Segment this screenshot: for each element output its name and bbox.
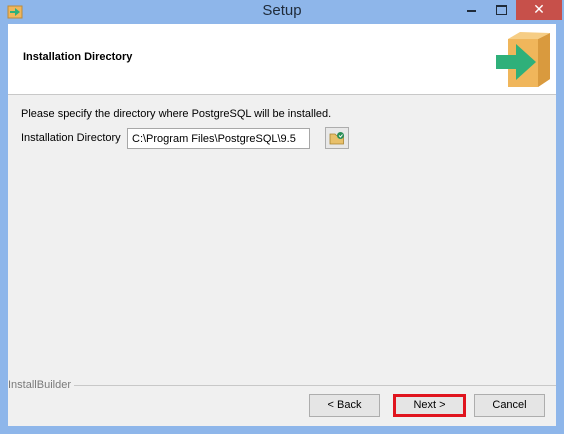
directory-label: Installation Directory <box>21 132 121 144</box>
back-button[interactable]: < Back <box>309 394 380 417</box>
close-icon: ✕ <box>533 2 545 18</box>
dialog-body: Installation Directory Please specify th… <box>8 24 556 426</box>
directory-description: Please specify the directory where Postg… <box>21 108 332 120</box>
title-bar[interactable]: Setup ✕ <box>0 0 564 24</box>
maximize-icon <box>495 5 507 15</box>
cancel-button[interactable]: Cancel <box>474 394 545 417</box>
minimize-button[interactable] <box>456 0 486 20</box>
installation-directory-input[interactable] <box>127 128 310 149</box>
installer-box-arrow-icon <box>496 32 550 87</box>
close-button[interactable]: ✕ <box>516 0 562 20</box>
browse-button[interactable] <box>325 127 349 149</box>
minimize-icon <box>466 10 476 12</box>
page-header: Installation Directory <box>8 24 556 95</box>
installbuilder-brand: InstallBuilder <box>8 379 71 391</box>
setup-window: Setup ✕ Installation Directory Please sp… <box>0 0 564 434</box>
next-button[interactable]: Next > <box>393 394 466 417</box>
footer-divider <box>74 385 556 386</box>
page-title: Installation Directory <box>23 51 133 63</box>
folder-browse-icon <box>329 132 344 145</box>
maximize-button[interactable] <box>487 0 515 20</box>
